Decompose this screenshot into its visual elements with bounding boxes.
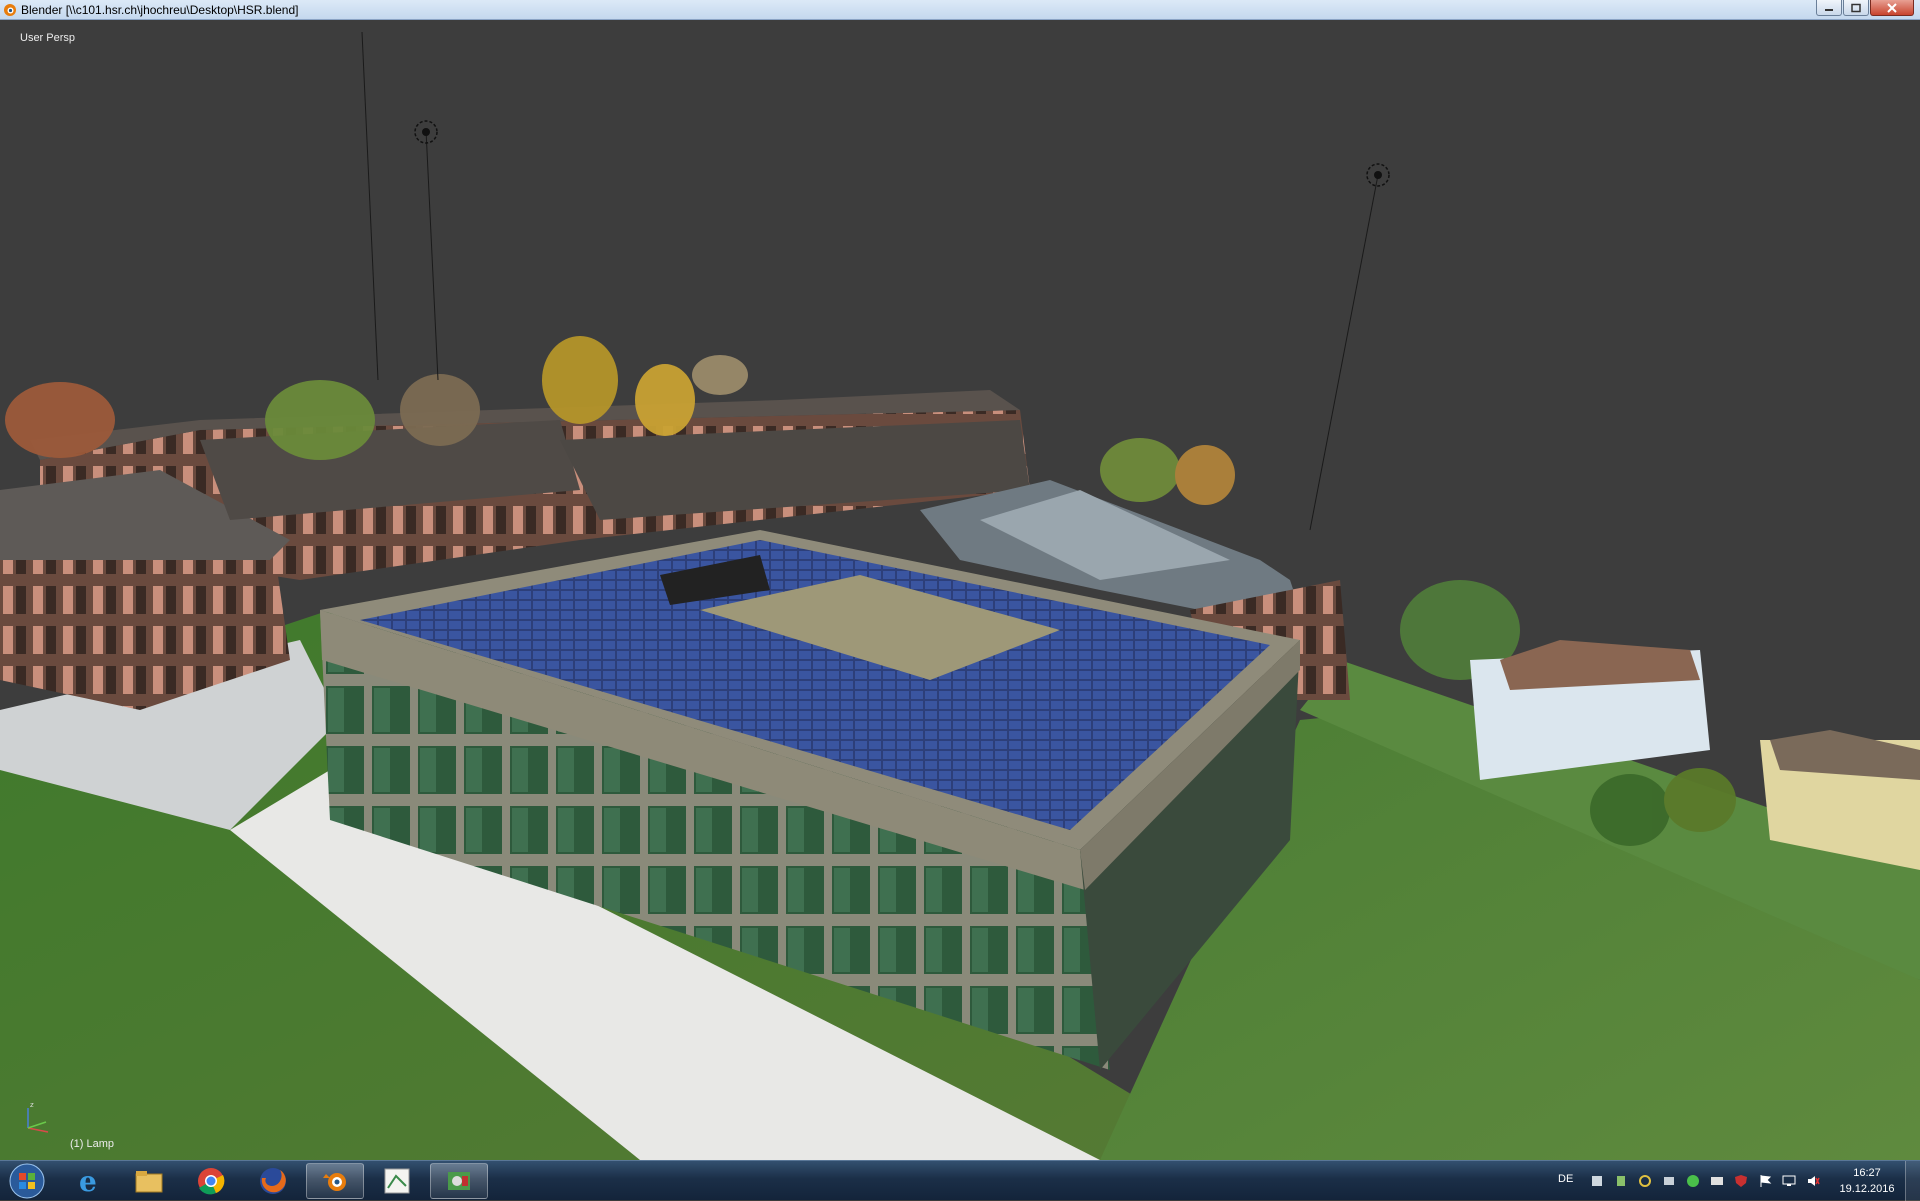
flag-icon[interactable] [1758, 1174, 1772, 1188]
clock-date: 19.12.2016 [1839, 1183, 1895, 1195]
tools-button[interactable] [430, 1163, 488, 1199]
system-clock[interactable]: 16:27 19.12.2016 [1830, 1165, 1904, 1197]
show-desktop-button[interactable] [1905, 1161, 1920, 1201]
lamp-icon[interactable] [412, 118, 440, 146]
view-mode-label: User Persp [20, 32, 76, 44]
taskbar: e DE 16:27 19.12.2016 [0, 1160, 1920, 1201]
volume-icon[interactable] [1806, 1174, 1820, 1188]
network-sharing-icon[interactable] [1590, 1174, 1604, 1188]
pix4d-icon [384, 1168, 410, 1194]
firefox-icon [260, 1168, 286, 1194]
sync-icon[interactable] [1638, 1174, 1652, 1188]
svg-text:e: e [79, 1166, 97, 1196]
shield-icon[interactable] [1734, 1174, 1748, 1188]
minimize-icon [1825, 8, 1833, 11]
maximize-icon [1851, 3, 1861, 12]
tools-icon [448, 1172, 470, 1190]
device-icon[interactable] [1614, 1174, 1628, 1188]
network-icon[interactable] [1662, 1174, 1676, 1188]
pix4d-button[interactable] [368, 1163, 426, 1199]
blender-icon [4, 4, 16, 16]
internet-explorer-button[interactable]: e [60, 1163, 118, 1199]
internet-explorer-icon: e [79, 1166, 97, 1196]
axis-gizmo-icon: z [27, 1101, 49, 1133]
display-icon[interactable] [1710, 1174, 1724, 1188]
close-icon [1887, 2, 1897, 13]
chrome-button[interactable] [182, 1163, 240, 1199]
firefox-button[interactable] [244, 1163, 302, 1199]
language-indicator[interactable]: DE [1558, 1173, 1573, 1185]
maximize-button[interactable] [1843, 0, 1869, 16]
blender-window: Blender [\\c101.hsr.ch\jhochreu\Desktop\… [0, 0, 1920, 1201]
monitor-icon[interactable] [1782, 1174, 1796, 1188]
svg-text:z: z [30, 1101, 34, 1109]
file-explorer-button[interactable] [120, 1163, 178, 1199]
chrome-icon [198, 1168, 225, 1195]
title-bar[interactable]: Blender [\\c101.hsr.ch\jhochreu\Desktop\… [0, 0, 1920, 20]
windows-start-icon[interactable] [2, 1162, 52, 1200]
blender-icon [323, 1173, 346, 1191]
lamp-icon[interactable] [1364, 161, 1392, 189]
app-icon[interactable] [1686, 1174, 1700, 1188]
blender-taskbar-button[interactable] [306, 1163, 364, 1199]
window-title: Blender [\\c101.hsr.ch\jhochreu\Desktop\… [21, 3, 299, 17]
window-controls [1815, 0, 1914, 18]
close-button[interactable] [1870, 0, 1914, 16]
file-explorer-icon [135, 1171, 163, 1193]
clock-time: 16:27 [1853, 1167, 1881, 1179]
minimize-button[interactable] [1816, 0, 1842, 16]
scene-mesh [0, 31, 1920, 1160]
3d-viewport[interactable]: User Persp z (1) Lamp [0, 20, 1920, 1160]
active-object-label: (1) Lamp [70, 1138, 115, 1150]
